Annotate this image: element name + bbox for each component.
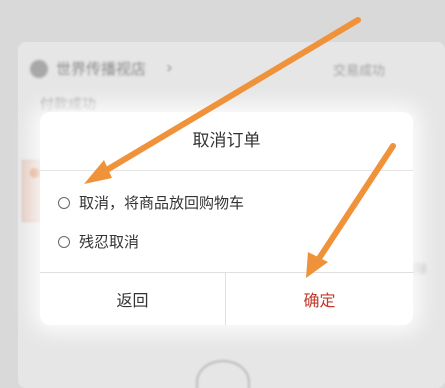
- shop-icon: [30, 60, 48, 78]
- back-button[interactable]: 返回: [40, 273, 225, 325]
- screen: 世界传播视店 › 交易成功 付款成功 删除 取消订单 取消，将商品放回购物车 残…: [0, 0, 445, 388]
- option-return-to-cart[interactable]: 取消，将商品放回购物车: [58, 192, 244, 213]
- divider: [40, 170, 413, 171]
- payment-status: 付款成功: [40, 97, 96, 113]
- option-label: 取消，将商品放回购物车: [79, 194, 245, 212]
- option-label: 残忍取消: [79, 233, 140, 251]
- option-cancel-anyway[interactable]: 残忍取消: [58, 231, 139, 252]
- dialog-title: 取消订单: [192, 131, 261, 151]
- chevron-right-icon: ›: [166, 58, 173, 78]
- product-thumbnail-mark: [30, 168, 40, 178]
- cancel-order-dialog: 取消订单 取消，将商品放回购物车 残忍取消 返回 确定: [40, 112, 413, 325]
- confirm-button[interactable]: 确定: [226, 273, 413, 325]
- shop-name: 世界传播视店: [56, 60, 147, 78]
- order-status: 交易成功: [332, 64, 385, 79]
- radio-icon[interactable]: [58, 235, 70, 248]
- radio-icon[interactable]: [58, 196, 70, 209]
